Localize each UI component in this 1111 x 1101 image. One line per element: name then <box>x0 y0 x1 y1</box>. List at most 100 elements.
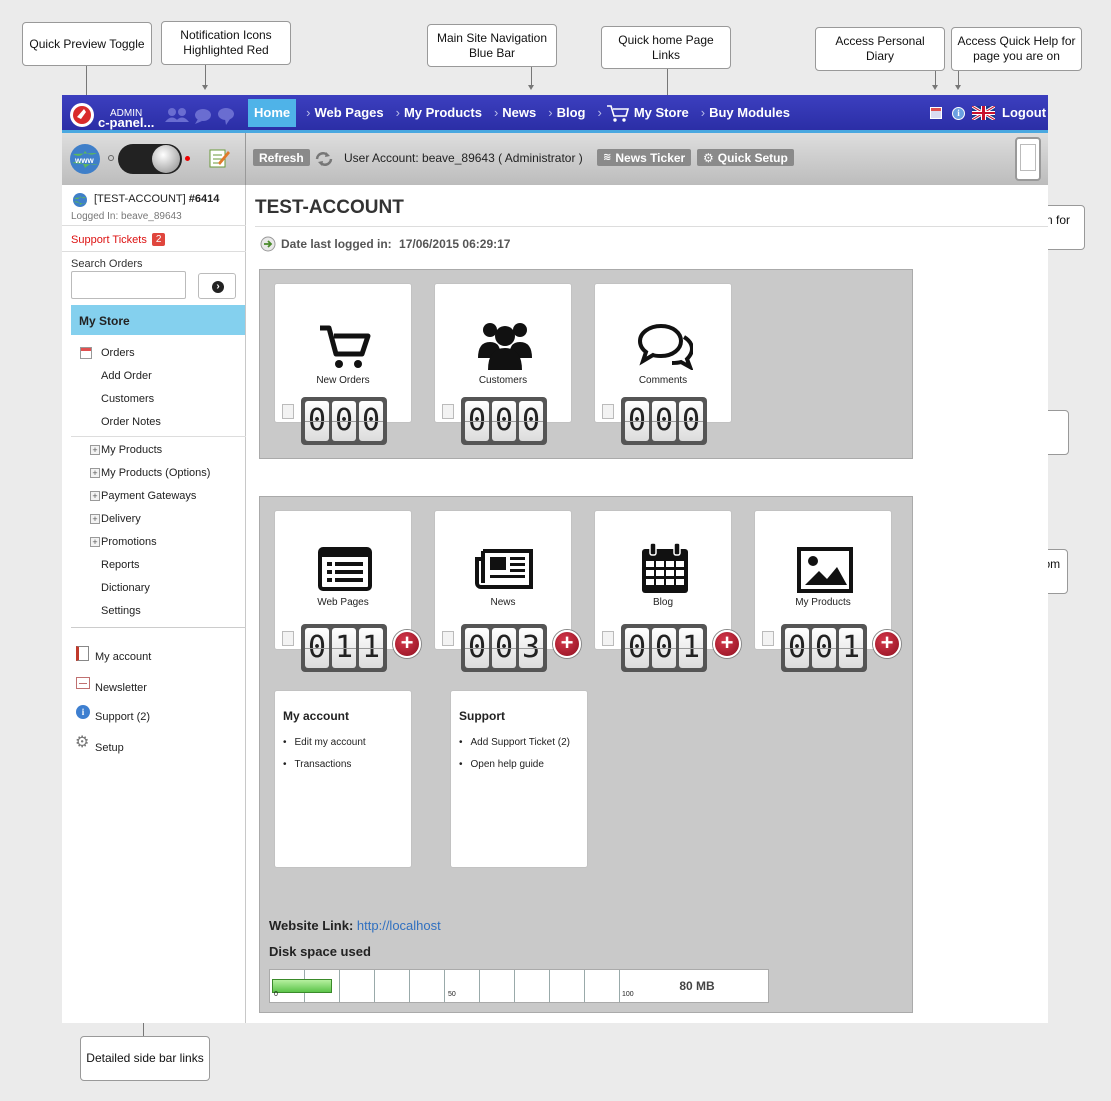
card-new-orders[interactable]: New Orders 000 <box>274 283 412 445</box>
last-login: Date last logged in: 17/06/2015 06:29:17 <box>281 237 510 251</box>
nav-home[interactable]: Home <box>248 98 297 127</box>
support-tickets-label: Support Tickets <box>71 233 147 246</box>
item-counter: 000 <box>461 397 547 445</box>
expand-icon[interactable]: + <box>90 537 100 547</box>
card-comments[interactable]: Comments 000 <box>594 283 732 445</box>
sidebar-item-delivery[interactable]: Delivery <box>101 513 141 525</box>
sidebar-item-support[interactable]: Support (2) <box>95 711 150 723</box>
logout-button[interactable]: Logout <box>1002 105 1046 120</box>
disk-space-label: Disk space used <box>269 944 371 959</box>
uk-flag-icon[interactable] <box>972 106 995 120</box>
support-links: Add Support Ticket (2) Open help guide <box>459 737 587 770</box>
edit-account-link[interactable]: Edit my account <box>283 737 411 748</box>
sidebar-section-my-store[interactable]: My Store <box>71 305 245 335</box>
expand-icon[interactable]: + <box>90 445 100 455</box>
card-web-pages[interactable]: Web Pages 011 + <box>274 510 421 672</box>
sidebar-item-payment-gateways[interactable]: Payment Gateways <box>101 490 196 502</box>
page-icon <box>762 631 774 646</box>
sidebar-item-add-order[interactable]: Add Order <box>101 370 152 382</box>
add-product-button[interactable]: + <box>873 630 901 658</box>
card-news[interactable]: News 003 + <box>434 510 581 672</box>
expand-icon[interactable]: + <box>90 514 100 524</box>
annotation-quick-preview: Quick Preview Toggle <box>22 22 152 66</box>
website-link-row: Website Link: http://localhost <box>269 918 441 933</box>
globe-icon[interactable]: www <box>68 142 102 176</box>
search-orders-button[interactable]: › <box>198 273 236 299</box>
help-icon[interactable]: i <box>952 107 965 120</box>
diary-icon[interactable] <box>930 107 942 119</box>
annotation-quick-home-links: Quick home Page Links <box>601 26 731 69</box>
content-summary-panel: Web Pages 011 + News 003 + Blog 001 + My… <box>259 496 913 1013</box>
sidebar-item-dictionary[interactable]: Dictionary <box>101 582 150 594</box>
sidebar-item-orders[interactable]: Orders <box>101 347 135 359</box>
svg-text:www: www <box>74 156 94 165</box>
help-guide-link[interactable]: Open help guide <box>459 759 587 770</box>
card-label: Comments <box>638 375 688 386</box>
sidebar: [TEST-ACCOUNT] #6414 Logged In: beave_89… <box>62 185 246 1023</box>
nav-my-products[interactable]: › My Products <box>390 95 488 130</box>
nav-blog-label: Blog <box>556 105 586 120</box>
search-orders-input[interactable] <box>71 271 186 299</box>
nav-buy-modules-label: Buy Modules <box>709 105 790 120</box>
card-customers[interactable]: Customers 000 <box>434 283 572 445</box>
page-title: TEST-ACCOUNT <box>255 197 404 218</box>
expand-icon[interactable]: + <box>90 491 100 501</box>
nav-my-store[interactable]: › My Store <box>592 95 695 130</box>
add-blog-button[interactable]: + <box>713 630 741 658</box>
nav-web-pages[interactable]: › Web Pages <box>300 95 389 130</box>
news-ticker-button[interactable]: ≋ News Ticker <box>597 149 692 166</box>
sidebar-item-settings[interactable]: Settings <box>101 605 141 617</box>
nav-my-store-label: My Store <box>633 105 689 120</box>
add-web-page-button[interactable]: + <box>393 630 421 658</box>
refresh-button[interactable]: Refresh <box>253 149 310 166</box>
disk-grid-line <box>479 970 480 1002</box>
web-pages-icon <box>318 547 372 591</box>
sidebar-item-newsletter[interactable]: Newsletter <box>95 682 147 694</box>
user-account-text: User Account: beave_89643 ( Administrato… <box>344 151 583 165</box>
account-header: [TEST-ACCOUNT] #6414 <box>94 193 219 205</box>
sidebar-item-my-account[interactable]: My account <box>95 651 151 663</box>
nav-buy-modules[interactable]: › Buy Modules <box>695 95 796 130</box>
setup-gear-icon: ⚙ <box>75 734 90 751</box>
quick-setup-button[interactable]: ⚙ Quick Setup <box>697 149 794 166</box>
annotation-quick-help: Access Quick Help for page you are on <box>951 27 1082 71</box>
cart-icon <box>320 325 371 368</box>
card-label: My Products <box>795 597 851 608</box>
disk-grid-line <box>444 970 445 1002</box>
sidebar-item-promotions[interactable]: Promotions <box>101 536 157 548</box>
nav-home-label: Home <box>254 105 291 120</box>
card-my-products[interactable]: My Products 001 + <box>754 510 901 672</box>
nav-blog[interactable]: › Blog <box>542 95 591 130</box>
transactions-link[interactable]: Transactions <box>283 759 411 770</box>
logo[interactable]: ADMIN c-panel... <box>62 95 246 133</box>
add-news-button[interactable]: + <box>553 630 581 658</box>
sidebar-item-my-products[interactable]: My Products <box>101 444 162 456</box>
page-icon <box>442 404 454 419</box>
item-counter: 000 <box>301 397 387 445</box>
sidebar-item-product-options[interactable]: My Products (Options) <box>101 467 210 479</box>
edit-notepad-icon[interactable] <box>208 147 230 169</box>
add-support-ticket-link[interactable]: Add Support Ticket (2) <box>459 737 587 748</box>
card-blog[interactable]: Blog 001 + <box>594 510 741 672</box>
website-link[interactable]: http://localhost <box>357 918 441 933</box>
support-card: Support Add Support Ticket (2) Open help… <box>450 690 588 868</box>
support-title: Support <box>459 709 505 723</box>
shopping-cart-icon <box>606 104 629 122</box>
sidebar-item-order-notes[interactable]: Order Notes <box>101 416 161 428</box>
sidebar-item-setup[interactable]: Setup <box>95 742 124 754</box>
nav-news[interactable]: › News <box>488 95 542 130</box>
sidebar-item-reports[interactable]: Reports <box>101 559 140 571</box>
image-icon <box>797 547 853 593</box>
search-orders-label: Search Orders <box>71 258 143 270</box>
disk-grid-line <box>514 970 515 1002</box>
account-id: #6414 <box>188 193 220 205</box>
expand-icon[interactable]: + <box>90 468 100 478</box>
disk-grid-line <box>549 970 550 1002</box>
quick-preview-toggle[interactable] <box>108 144 190 174</box>
sidebar-item-customers[interactable]: Customers <box>101 393 154 405</box>
mobile-switch-icon[interactable] <box>1015 137 1041 181</box>
calendar-icon <box>642 543 688 593</box>
page-icon <box>442 631 454 646</box>
support-tickets-link[interactable]: Support Tickets 2 <box>71 233 166 246</box>
refresh-icon[interactable] <box>314 150 334 168</box>
